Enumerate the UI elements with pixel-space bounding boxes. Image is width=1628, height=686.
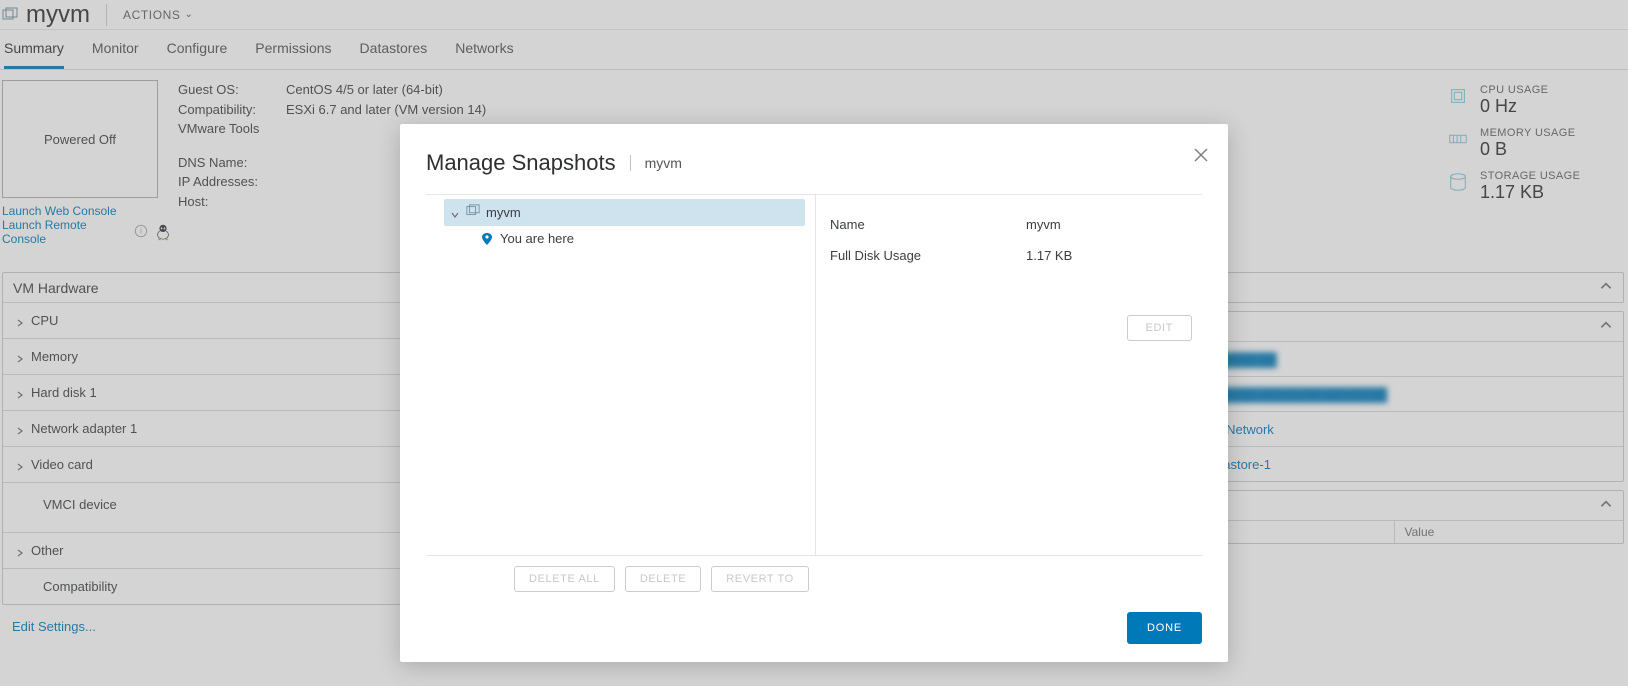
disk-value: 1.17 KB [1026, 248, 1072, 263]
delete-button[interactable]: DELETE [625, 566, 701, 592]
vm-icon [466, 204, 480, 221]
done-button[interactable]: DONE [1127, 612, 1202, 644]
modal-overlay: Manage Snapshots myvm myvm You are here [0, 0, 1628, 686]
modal-subtitle: myvm [630, 155, 682, 171]
tree-root-label: myvm [486, 205, 521, 220]
disk-label: Full Disk Usage [830, 248, 1026, 263]
delete-all-button[interactable]: DELETE ALL [514, 566, 615, 592]
tree-node-here[interactable]: You are here [474, 226, 805, 251]
snapshot-details: Name myvm Full Disk Usage 1.17 KB EDIT [816, 195, 1202, 555]
close-button[interactable] [1192, 146, 1210, 167]
name-label: Name [830, 217, 1026, 232]
snapshot-actions: DELETE ALL DELETE REVERT TO [426, 556, 1202, 592]
tree-node-root[interactable]: myvm [444, 199, 805, 226]
edit-button[interactable]: EDIT [1127, 315, 1192, 341]
revert-to-button[interactable]: REVERT TO [711, 566, 809, 592]
snapshot-tree: myvm You are here [426, 195, 816, 555]
tree-here-label: You are here [500, 231, 574, 246]
name-value: myvm [1026, 217, 1061, 232]
pin-icon [480, 232, 494, 246]
expand-icon[interactable] [450, 208, 460, 218]
modal-title: Manage Snapshots [426, 150, 616, 176]
manage-snapshots-dialog: Manage Snapshots myvm myvm You are here [400, 124, 1228, 662]
